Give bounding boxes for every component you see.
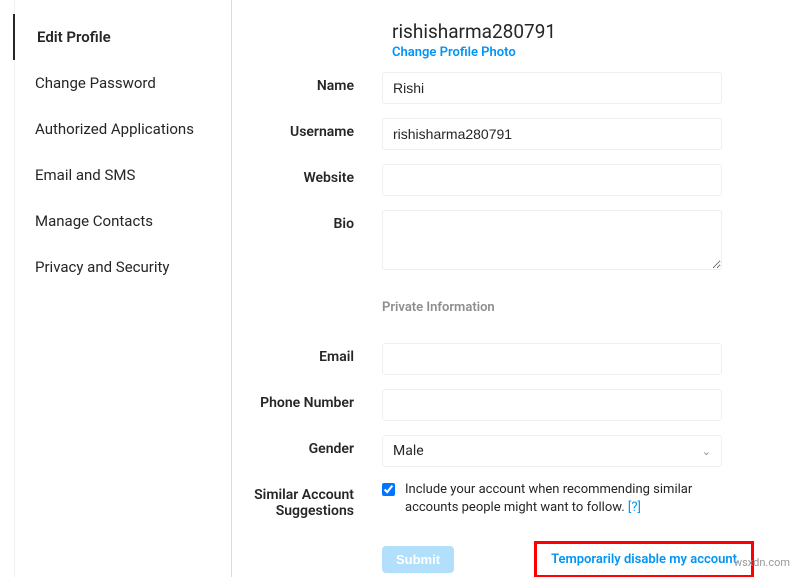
submit-button[interactable]: Submit [382, 546, 454, 573]
sidebar-item-privacy-security[interactable]: Privacy and Security [15, 244, 231, 290]
chevron-down-icon: ⌄ [702, 445, 711, 458]
sidebar-item-email-sms[interactable]: Email and SMS [15, 152, 231, 198]
profile-handle: rishisharma280791 [392, 20, 556, 43]
main-content: rishisharma280791 Change Profile Photo N… [232, 0, 800, 577]
gender-select[interactable]: Male ⌄ [382, 435, 722, 467]
website-label: Website [232, 164, 382, 186]
email-input[interactable] [382, 343, 722, 375]
private-info-heading: Private Information [382, 300, 722, 315]
change-photo-link[interactable]: Change Profile Photo [392, 45, 556, 60]
help-link[interactable]: [?] [628, 500, 641, 515]
gender-label: Gender [232, 435, 382, 457]
sidebar-item-change-password[interactable]: Change Password [15, 60, 231, 106]
phone-label: Phone Number [232, 389, 382, 411]
name-label: Name [232, 72, 382, 94]
sidebar-item-authorized-apps[interactable]: Authorized Applications [15, 106, 231, 152]
sidebar-item-edit-profile[interactable]: Edit Profile [13, 14, 231, 60]
similar-suggestions-text: Include your account when recommending s… [405, 481, 722, 517]
similar-label: Similar Account Suggestions [232, 481, 382, 519]
username-label: Username [232, 118, 382, 140]
sidebar-item-manage-contacts[interactable]: Manage Contacts [15, 198, 231, 244]
name-input[interactable] [382, 72, 722, 104]
email-label: Email [232, 343, 382, 365]
bio-label: Bio [232, 210, 382, 232]
username-input[interactable] [382, 118, 722, 150]
website-input[interactable] [382, 164, 722, 196]
disable-account-link[interactable]: Temporarily disable my account [537, 544, 751, 575]
phone-input[interactable] [382, 389, 722, 421]
gender-value: Male [393, 443, 424, 459]
sidebar: Edit Profile Change Password Authorized … [14, 0, 232, 577]
similar-suggestions-checkbox[interactable] [382, 483, 395, 496]
watermark: wsxdn.com [734, 556, 790, 569]
bio-textarea[interactable] [382, 210, 722, 270]
